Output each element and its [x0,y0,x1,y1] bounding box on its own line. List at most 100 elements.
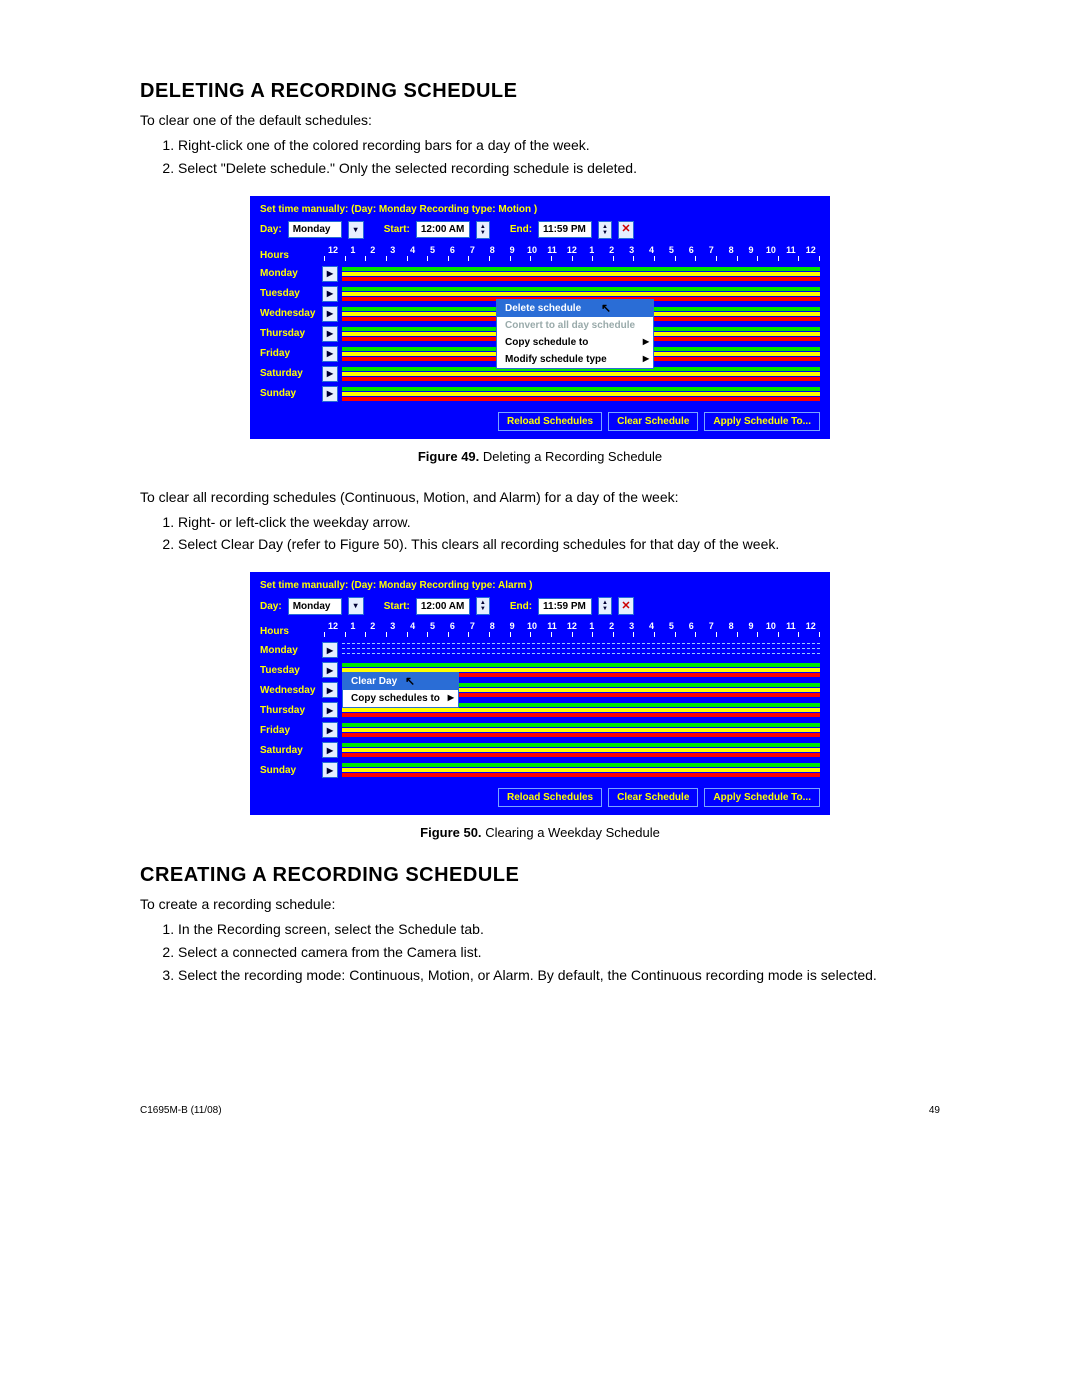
schedule-bars[interactable] [342,743,820,757]
menu-item-copy-schedule[interactable]: Copy schedule to▶ [497,334,653,351]
day-arrow-button[interactable]: ▶ [322,366,338,382]
day-arrow-button[interactable]: ▶ [322,662,338,678]
day-row: Sunday▶ [260,762,820,778]
end-field[interactable]: 11:59 PM [538,221,592,238]
day-arrow-button[interactable]: ▶ [322,306,338,322]
day-label: Monday [260,268,322,279]
day-row: Friday▶ [260,722,820,738]
schedule-bars[interactable] [342,267,820,281]
step: Select the recording mode: Continuous, M… [178,966,940,985]
day-arrow-button[interactable]: ▶ [322,762,338,778]
hour-tick: 4 [404,245,422,255]
hour-tick: 3 [623,245,641,255]
day-label: Saturday [260,745,322,756]
hour-tick: 10 [523,621,541,631]
submenu-arrow-icon: ▶ [643,337,649,346]
day-row: Saturday▶ [260,742,820,758]
day-arrow-button[interactable]: ▶ [322,266,338,282]
hour-tick: 7 [463,245,481,255]
figure-caption-50: Figure 50. Clearing a Weekday Schedule [140,825,940,840]
menu-item-clear-day[interactable]: Clear Day ↖ [343,673,458,690]
day-dropdown-icon[interactable]: ▾ [348,597,364,615]
start-spinner-icon[interactable]: ▲▼ [476,221,490,239]
steps-list-1: Right-click one of the colored recording… [140,136,940,178]
day-arrow-button[interactable]: ▶ [322,346,338,362]
day-arrow-button[interactable]: ▶ [322,702,338,718]
day-arrow-button[interactable]: ▶ [322,742,338,758]
menu-item-delete-schedule[interactable]: Delete schedule ↖ [497,300,653,317]
step: Right-click one of the colored recording… [178,136,940,155]
hour-tick: 11 [543,621,561,631]
intro-text: To clear all recording schedules (Contin… [140,488,940,507]
day-arrow-button[interactable]: ▶ [322,286,338,302]
step: In the Recording screen, select the Sche… [178,920,940,939]
figure-caption-49: Figure 49. Deleting a Recording Schedule [140,449,940,464]
schedule-bars[interactable] [342,367,820,381]
context-menu[interactable]: Delete schedule ↖ Convert to all day sch… [496,299,654,369]
reload-schedules-button[interactable]: Reload Schedules [498,788,602,807]
hour-tick: 1 [583,245,601,255]
page-footer: C1695M-B (11/08) 49 [140,1105,940,1116]
hour-tick: 11 [782,245,800,255]
day-row: Sunday▶ [260,386,820,402]
hour-tick: 6 [682,621,700,631]
schedule-bars[interactable] [342,387,820,401]
hour-tick: 1 [344,245,362,255]
hour-tick: 2 [364,245,382,255]
context-menu[interactable]: Clear Day ↖ Copy schedules to▶ [342,672,459,708]
cursor-icon: ↖ [405,674,415,688]
menu-item-copy-schedules[interactable]: Copy schedules to▶ [343,690,458,707]
hour-tick: 2 [364,621,382,631]
step: Select a connected camera from the Camer… [178,943,940,962]
intro-text: To create a recording schedule: [140,895,940,914]
day-label: Saturday [260,368,322,379]
day-field[interactable]: Monday [288,221,342,238]
hour-tick: 1 [344,621,362,631]
section-heading-creating: CREATING A RECORDING SCHEDULE [140,864,940,887]
hour-tick: 8 [483,621,501,631]
day-arrow-button[interactable]: ▶ [322,682,338,698]
day-row: Monday▶ [260,642,820,658]
start-spinner-icon[interactable]: ▲▼ [476,597,490,615]
intro-text: To clear one of the default schedules: [140,111,940,130]
day-arrow-button[interactable]: ▶ [322,722,338,738]
close-icon[interactable]: ✕ [618,221,634,239]
day-label: Monday [260,645,322,656]
hour-tick: 9 [742,621,760,631]
schedule-bars[interactable] [342,763,820,777]
hour-tick: 8 [722,621,740,631]
day-dropdown-icon[interactable]: ▾ [348,221,364,239]
end-field[interactable]: 11:59 PM [538,598,592,615]
hour-tick: 10 [762,245,780,255]
day-label: Wednesday [260,685,322,696]
start-field[interactable]: 12:00 AM [416,221,470,238]
end-spinner-icon[interactable]: ▲▼ [598,597,612,615]
step: Select "Delete schedule." Only the selec… [178,159,940,178]
hour-tick: 2 [603,245,621,255]
end-spinner-icon[interactable]: ▲▼ [598,221,612,239]
apply-schedule-button[interactable]: Apply Schedule To... [704,788,820,807]
hours-label: Hours [260,250,322,261]
menu-item-convert: Convert to all day schedule [497,317,653,334]
day-label: Tuesday [260,665,322,676]
start-field[interactable]: 12:00 AM [416,598,470,615]
submenu-arrow-icon: ▶ [448,693,454,702]
day-arrow-button[interactable]: ▶ [322,386,338,402]
schedule-bars[interactable] [342,723,820,737]
day-arrow-button[interactable]: ▶ [322,642,338,658]
menu-item-modify-type[interactable]: Modify schedule type▶ [497,351,653,368]
reload-schedules-button[interactable]: Reload Schedules [498,412,602,431]
day-label: Friday [260,725,322,736]
footer-left: C1695M-B (11/08) [140,1105,222,1116]
hour-tick: 12 [802,245,820,255]
clear-schedule-button[interactable]: Clear Schedule [608,788,698,807]
day-field[interactable]: Monday [288,598,342,615]
day-arrow-button[interactable]: ▶ [322,326,338,342]
hour-tick: 4 [404,621,422,631]
schedule-bars[interactable] [342,643,820,657]
close-icon[interactable]: ✕ [618,597,634,615]
apply-schedule-button[interactable]: Apply Schedule To... [704,412,820,431]
hour-tick: 12 [802,621,820,631]
hour-tick: 12 [563,621,581,631]
clear-schedule-button[interactable]: Clear Schedule [608,412,698,431]
